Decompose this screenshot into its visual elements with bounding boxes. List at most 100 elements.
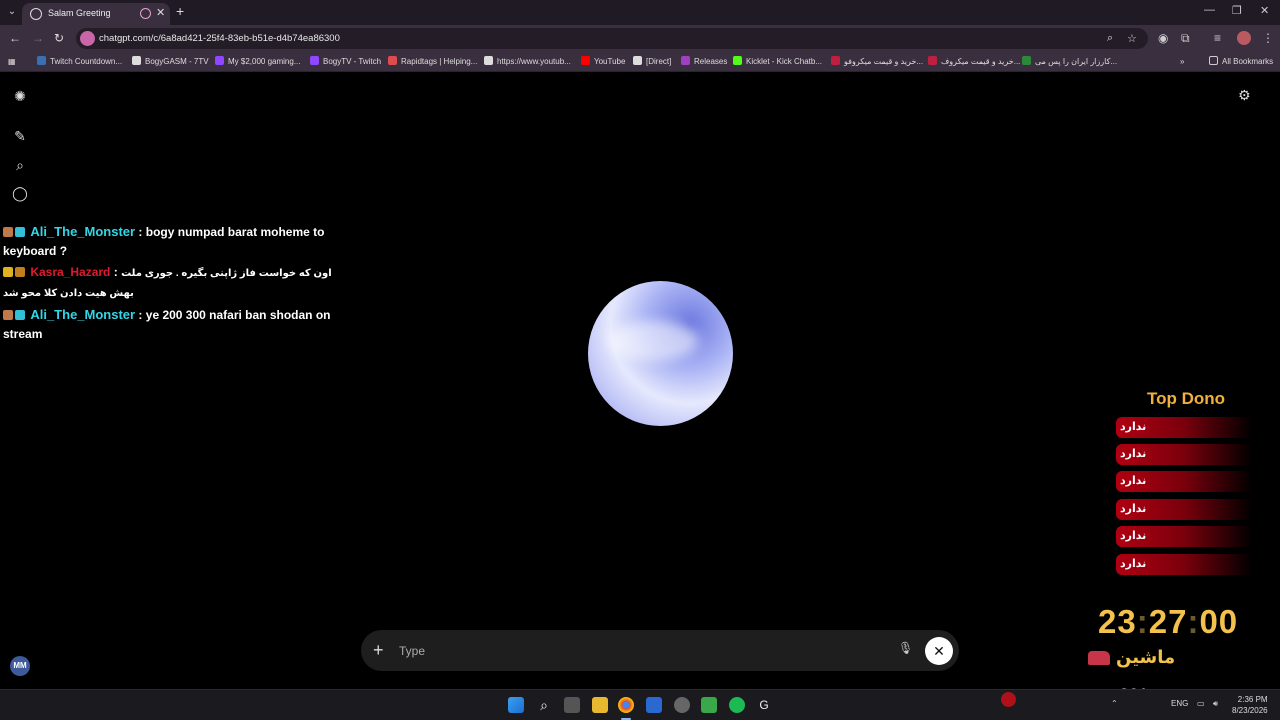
message-input[interactable]: [399, 641, 879, 661]
zoom-icon[interactable]: ⌕: [1107, 32, 1113, 45]
subathon-timer: 23:27:00: [1098, 603, 1238, 641]
start-icon[interactable]: [508, 697, 524, 713]
bookmark-item[interactable]: https://www.youtub...: [484, 55, 571, 69]
language-indicator[interactable]: ENG: [1171, 699, 1188, 708]
tab-search-icon[interactable]: ⌄: [4, 4, 20, 20]
new-chat-icon[interactable]: ✎: [12, 128, 28, 144]
obs-icon[interactable]: [674, 697, 690, 713]
bookmark-favicon-icon: [310, 56, 319, 65]
bookmark-item[interactable]: [Direct]: [633, 55, 671, 69]
tray-overflow-icon[interactable]: ⌃: [1111, 699, 1118, 708]
chrome-icon[interactable]: [618, 697, 634, 713]
volume-icon[interactable]: 🔊︎: [1213, 699, 1218, 709]
bookmark-item[interactable]: BogyGASM - 7TV: [132, 55, 209, 69]
extension-icon[interactable]: ◉: [1158, 31, 1168, 45]
active-tab[interactable]: Salam Greeting ✕: [22, 3, 170, 25]
user-avatar[interactable]: MM: [10, 656, 30, 676]
recording-icon: [140, 8, 151, 19]
bookmark-item[interactable]: BogyTV - Twitch: [310, 55, 381, 69]
tab-favicon-icon: [30, 8, 42, 20]
forward-icon[interactable]: →: [32, 31, 44, 45]
bookmark-item[interactable]: خرید و قیمت میکروف...: [928, 55, 1020, 69]
apps-grid-icon[interactable]: ▦: [8, 55, 16, 69]
settings-sliders-icon[interactable]: ⚙: [1238, 87, 1251, 104]
tab-close-icon[interactable]: ✕: [156, 6, 165, 19]
browser-menu-icon[interactable]: ⋮: [1262, 31, 1274, 45]
search-icon[interactable]: ⌕: [12, 157, 28, 173]
timer-separator: :: [1136, 603, 1149, 640]
profile-avatar[interactable]: [1237, 31, 1251, 45]
back-icon[interactable]: ←: [9, 31, 21, 45]
tab-title: Salam Greeting: [48, 8, 111, 18]
app-icon[interactable]: [646, 697, 662, 713]
close-icon[interactable]: ✕: [925, 637, 953, 665]
dono-item: ندارد: [1116, 499, 1252, 520]
network-icon[interactable]: ▭: [1197, 699, 1205, 708]
timer-seconds: 00: [1199, 603, 1239, 640]
dono-text: ندارد: [1120, 421, 1147, 433]
app-icon[interactable]: [701, 697, 717, 713]
bookmark-favicon-icon: [215, 56, 224, 65]
minimize-icon[interactable]: —: [1204, 4, 1215, 16]
extensions-puzzle-icon[interactable]: ⧉: [1181, 31, 1190, 46]
recording-dot-icon: [1001, 692, 1016, 707]
viewer-badge-icon: [3, 310, 13, 320]
clock-date: 8/23/2026: [1232, 706, 1268, 715]
timer-minutes: 27: [1148, 603, 1188, 640]
orb-cloud: [608, 321, 698, 361]
bookmark-favicon-icon: [484, 56, 493, 65]
plus-icon[interactable]: +: [373, 640, 384, 660]
window-close-icon[interactable]: ✕: [1260, 4, 1269, 17]
timer-hours: 23: [1098, 603, 1137, 640]
bookmark-favicon-icon: [733, 56, 742, 65]
system-clock[interactable]: 2:36 PM 8/23/2026: [1232, 694, 1268, 716]
top-dono-title: Top Dono: [1146, 389, 1226, 408]
bookmark-item[interactable]: Twitch Countdown...: [37, 55, 122, 69]
media-control-icon[interactable]: ≡: [1214, 31, 1221, 45]
new-tab-icon[interactable]: +: [176, 3, 184, 19]
chat-message: Ali_The_Monster : bogy numpad barat mohe…: [3, 222, 353, 261]
site-info-icon[interactable]: [80, 31, 95, 46]
reload-icon[interactable]: ↻: [54, 31, 64, 45]
windows-taskbar: ⌕ G ⌃ ENG ▭ 🔊︎ 2:36 PM 8/23/2026: [0, 689, 1280, 720]
bookmark-item[interactable]: My $2,000 gaming...: [215, 55, 300, 69]
app-icon[interactable]: G: [756, 697, 772, 713]
chatgpt-voice-page: ✺ ✎ ⌕ ◯ ⚙ MM Ali_The_Monster : bogy nump…: [0, 73, 1280, 708]
folder-icon: [1209, 56, 1218, 65]
url-text[interactable]: chatgpt.com/c/6a8ad421-25f4-83eb-b51e-d4…: [99, 33, 340, 44]
bookmark-item[interactable]: Rapidtags | Helping...: [388, 55, 477, 69]
bookmark-item[interactable]: YouTube: [581, 55, 625, 69]
file-explorer-icon[interactable]: [592, 697, 608, 713]
maximize-icon[interactable]: ❐: [1232, 4, 1242, 17]
bookmark-item[interactable]: Releases: [681, 55, 727, 69]
timer-separator: :: [1187, 603, 1200, 640]
all-bookmarks[interactable]: All Bookmarks: [1209, 55, 1273, 69]
bookmark-item[interactable]: کارزار ایران را پس می...: [1022, 55, 1117, 69]
bookmark-favicon-icon: [928, 56, 937, 65]
address-bar[interactable]: chatgpt.com/c/6a8ad421-25f4-83eb-b51e-d4…: [76, 28, 1148, 49]
timer-label: ماشین: [1088, 647, 1175, 668]
openai-logo-icon[interactable]: ✺: [12, 88, 28, 104]
dono-text: ندارد: [1120, 503, 1147, 515]
mic-off-icon[interactable]: 🎙︎: [898, 641, 913, 655]
moderator-badge-icon: [3, 267, 13, 277]
taskbar-search-icon[interactable]: ⌕: [536, 697, 552, 713]
chat-message: Kasra_Hazard : اون که خواست فاز ژاپنی بگ…: [3, 263, 353, 303]
dono-item: ندارد: [1116, 471, 1252, 492]
bookmark-item[interactable]: Kicklet - Kick Chatb...: [733, 55, 822, 69]
bookmark-item[interactable]: خرید و قیمت میکروفو...: [831, 55, 923, 69]
spotify-icon[interactable]: [729, 697, 745, 713]
task-view-icon[interactable]: [564, 697, 580, 713]
chat-username: Ali_The_Monster: [30, 224, 136, 239]
bookmark-favicon-icon: [37, 56, 46, 65]
bookmarks-overflow-icon[interactable]: »: [1180, 55, 1184, 69]
dono-text: ندارد: [1120, 475, 1147, 487]
tab-strip: ⌄ Salam Greeting ✕ + — ❐ ✕: [0, 0, 1280, 25]
chat-username: Ali_The_Monster: [30, 307, 136, 322]
chat-icon[interactable]: ◯: [12, 185, 28, 201]
bookmark-favicon-icon: [581, 56, 590, 65]
viewer-badge-icon: [3, 227, 13, 237]
dono-text: ندارد: [1120, 530, 1147, 542]
sub-badge-icon: [15, 227, 25, 237]
bookmark-star-icon[interactable]: ☆: [1127, 32, 1137, 45]
